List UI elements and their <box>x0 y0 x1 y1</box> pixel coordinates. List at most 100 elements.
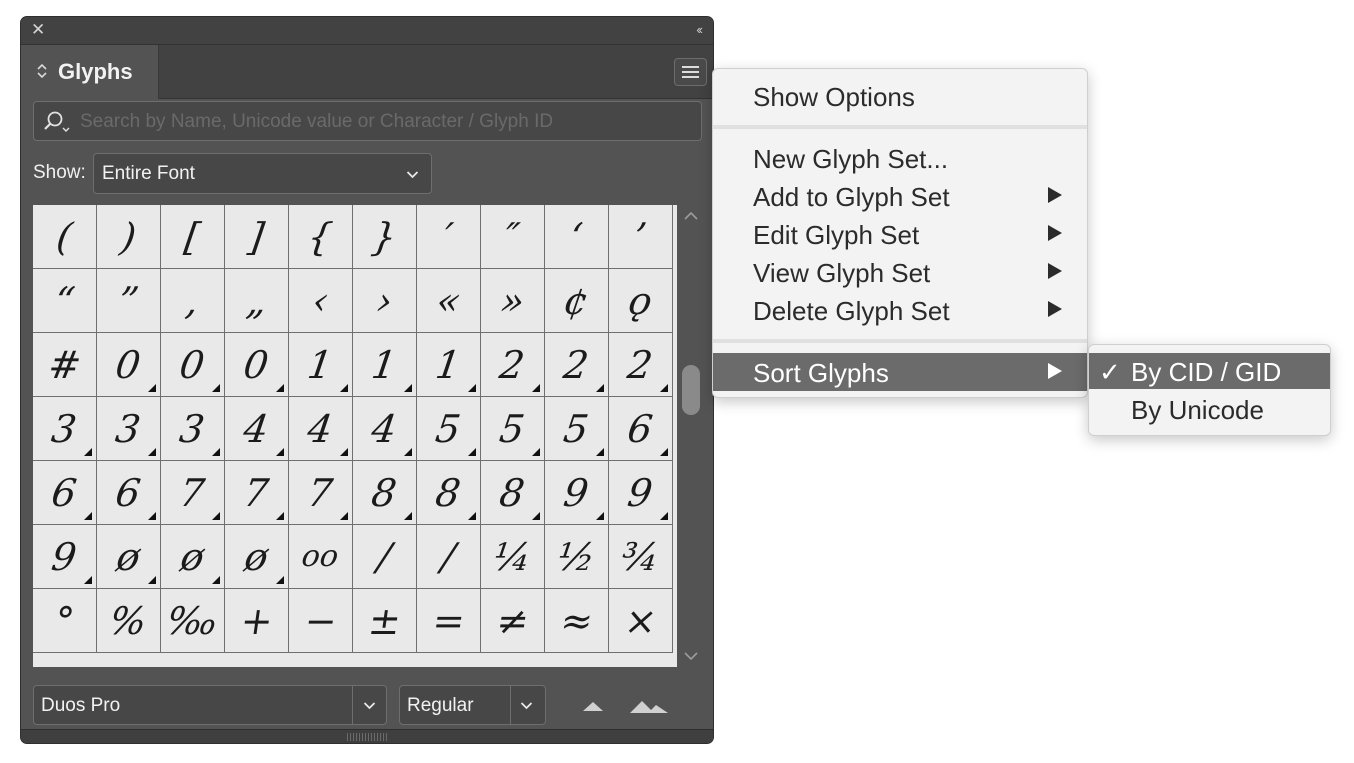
glyph-cell[interactable]: ¼ <box>481 525 545 589</box>
glyph-cell[interactable]: oo <box>289 525 353 589</box>
glyph-grid-scrollbar[interactable] <box>679 205 703 667</box>
glyph-cell[interactable]: ‚ <box>161 269 225 333</box>
glyph-cell[interactable]: 4 <box>289 397 353 461</box>
search-icon[interactable] <box>42 110 70 134</box>
glyph-cell[interactable]: 9 <box>545 461 609 525</box>
menu-item-view-glyph-set[interactable]: View Glyph Set <box>713 253 1087 291</box>
glyph-cell[interactable]: 2 <box>481 333 545 397</box>
glyph-cell[interactable]: ≠ <box>481 589 545 653</box>
glyph-cell[interactable]: 4 <box>353 397 417 461</box>
glyph-cell[interactable]: 4 <box>225 397 289 461</box>
search-input[interactable] <box>80 109 680 135</box>
glyph-cell[interactable]: » <box>481 269 545 333</box>
glyph-cell[interactable]: ” <box>97 269 161 333</box>
glyph-cell[interactable]: 9 <box>609 461 673 525</box>
glyph-cell[interactable]: 7 <box>225 461 289 525</box>
submenu-item-by-unicode[interactable]: By Unicode <box>1089 391 1330 427</box>
glyph-cell[interactable]: › <box>353 269 417 333</box>
submenu-arrow-icon <box>1048 263 1062 279</box>
glyph-cell[interactable]: # <box>33 333 97 397</box>
submenu-item-by-cid-gid[interactable]: ✓ By CID / GID <box>1089 353 1330 389</box>
glyph-cell[interactable]: = <box>417 589 481 653</box>
menu-item-new-glyph-set[interactable]: New Glyph Set... <box>713 139 1087 177</box>
menu-item-sort-glyphs[interactable]: Sort Glyphs <box>713 353 1087 391</box>
glyph-cell[interactable]: 1 <box>289 333 353 397</box>
resize-grip-icon[interactable] <box>347 733 387 741</box>
glyph-cell[interactable]: [ <box>161 205 225 269</box>
glyph-character: 4 <box>305 406 336 451</box>
glyph-cell[interactable]: { <box>289 205 353 269</box>
glyph-cell[interactable]: + <box>225 589 289 653</box>
glyph-cell[interactable]: ° <box>33 589 97 653</box>
glyph-cell[interactable]: / <box>353 525 417 589</box>
glyph-cell[interactable]: ( <box>33 205 97 269</box>
glyph-cell[interactable]: 3 <box>161 397 225 461</box>
glyph-cell[interactable]: 1 <box>353 333 417 397</box>
glyph-cell[interactable]: 0 <box>97 333 161 397</box>
glyph-cell[interactable]: 8 <box>481 461 545 525</box>
glyph-cell[interactable]: 8 <box>417 461 481 525</box>
resize-bar[interactable] <box>21 729 713 743</box>
font-family-dropdown[interactable]: Duos Pro <box>33 685 387 725</box>
glyph-cell[interactable]: 2 <box>545 333 609 397</box>
glyph-cell[interactable]: ¾ <box>609 525 673 589</box>
glyph-cell[interactable]: ø <box>97 525 161 589</box>
glyph-cell[interactable]: / <box>417 525 481 589</box>
panel-menu-button[interactable] <box>674 58 707 86</box>
tab-glyphs[interactable]: Glyphs <box>21 45 159 99</box>
glyph-cell[interactable]: ‰ <box>161 589 225 653</box>
glyph-cell[interactable]: 0 <box>161 333 225 397</box>
glyph-cell[interactable]: 5 <box>545 397 609 461</box>
zoom-out-icon[interactable] <box>581 699 605 713</box>
glyph-cell[interactable]: × <box>609 589 673 653</box>
glyph-cell[interactable]: 3 <box>33 397 97 461</box>
glyph-cell[interactable]: ‹ <box>289 269 353 333</box>
glyph-cell[interactable]: 3 <box>97 397 161 461</box>
glyph-cell[interactable]: ø <box>161 525 225 589</box>
show-dropdown[interactable]: Entire Font <box>93 153 432 194</box>
glyph-cell[interactable]: 5 <box>417 397 481 461</box>
glyph-cell[interactable]: 1 <box>417 333 481 397</box>
glyph-cell[interactable]: ) <box>97 205 161 269</box>
glyph-cell[interactable]: “ <box>33 269 97 333</box>
glyph-cell[interactable]: ± <box>353 589 417 653</box>
glyph-cell[interactable]: ¢ <box>545 269 609 333</box>
glyph-cell[interactable]: ‘ <box>545 205 609 269</box>
glyph-cell[interactable]: % <box>97 589 161 653</box>
glyph-character: } <box>369 214 400 259</box>
glyph-cell[interactable]: 2 <box>609 333 673 397</box>
glyph-character: / <box>375 534 394 579</box>
menu-item-add-to-glyph-set[interactable]: Add to Glyph Set <box>713 177 1087 215</box>
glyph-cell[interactable]: ≈ <box>545 589 609 653</box>
scroll-up-icon[interactable] <box>683 209 699 223</box>
glyph-cell[interactable]: 8 <box>353 461 417 525</box>
menu-item-delete-glyph-set[interactable]: Delete Glyph Set <box>713 291 1087 329</box>
zoom-in-icon[interactable] <box>629 699 669 715</box>
glyph-cell[interactable]: 0 <box>225 333 289 397</box>
glyph-cell[interactable]: − <box>289 589 353 653</box>
menu-item-edit-glyph-set[interactable]: Edit Glyph Set <box>713 215 1087 253</box>
glyph-cell[interactable]: ] <box>225 205 289 269</box>
glyph-cell[interactable]: ½ <box>545 525 609 589</box>
scrollbar-thumb[interactable] <box>682 365 700 415</box>
glyph-cell[interactable]: 5 <box>481 397 545 461</box>
glyph-cell[interactable]: ″ <box>481 205 545 269</box>
glyph-cell[interactable]: } <box>353 205 417 269</box>
collapse-icon[interactable]: ‹‹ <box>696 22 703 38</box>
menu-item-show-options[interactable]: Show Options <box>713 77 1087 115</box>
glyph-cell[interactable]: 6 <box>97 461 161 525</box>
glyph-cell[interactable]: „ <box>225 269 289 333</box>
glyph-cell[interactable]: 9 <box>33 525 97 589</box>
glyph-cell[interactable]: « <box>417 269 481 333</box>
close-icon[interactable]: ✕ <box>31 21 49 39</box>
glyph-cell[interactable]: ′ <box>417 205 481 269</box>
glyph-cell[interactable]: 6 <box>609 397 673 461</box>
glyph-cell[interactable]: ’ <box>609 205 673 269</box>
glyph-cell[interactable]: 7 <box>161 461 225 525</box>
glyph-cell[interactable]: ø <box>225 525 289 589</box>
font-style-dropdown[interactable]: Regular <box>399 685 546 725</box>
scroll-down-icon[interactable] <box>683 649 699 663</box>
glyph-cell[interactable]: 6 <box>33 461 97 525</box>
glyph-cell[interactable]: 7 <box>289 461 353 525</box>
glyph-cell[interactable]: ǫ <box>609 269 673 333</box>
